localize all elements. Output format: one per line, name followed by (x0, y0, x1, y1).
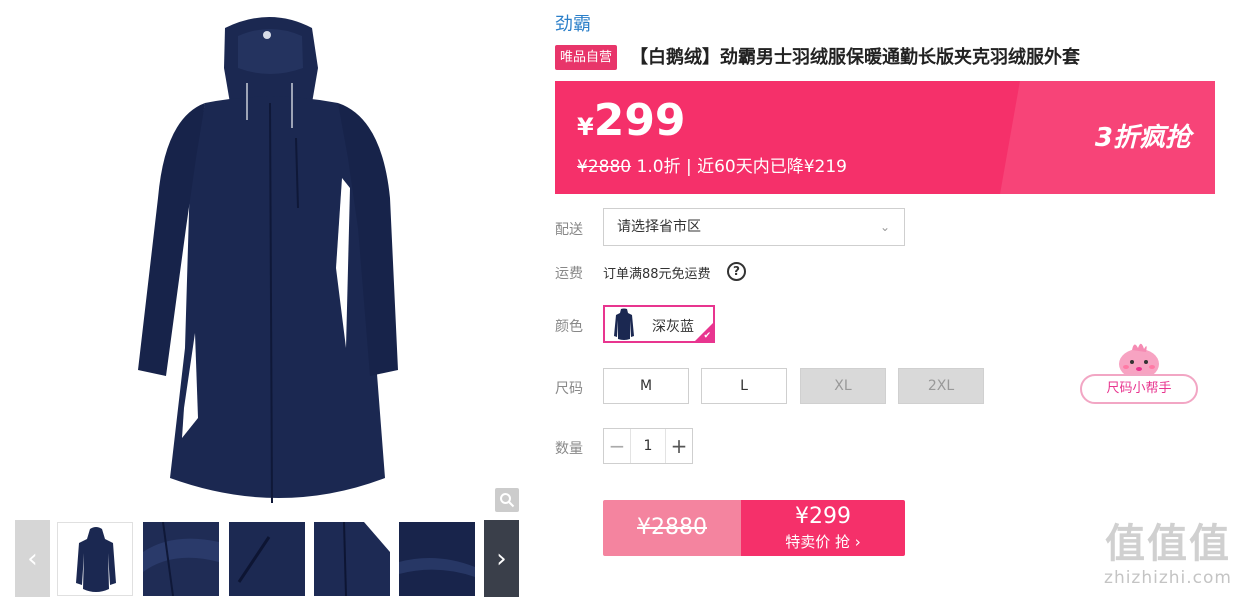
chevron-left-icon[interactable]: ‹ (15, 520, 50, 597)
original-price-tag: ¥2880 (603, 500, 741, 556)
original-price: ¥2880 (577, 157, 632, 177)
discount-rate: 1.0折 (636, 157, 681, 177)
minus-icon[interactable]: − (604, 429, 631, 463)
quantity-input[interactable]: 1 (631, 429, 665, 463)
size-helper-label: 尺码小帮手 (1080, 374, 1198, 404)
site-watermark: 值值值 zhizhizhi.com (1104, 520, 1232, 588)
size-helper-button[interactable]: 尺码小帮手 (1080, 336, 1198, 406)
color-label: 颜色 (555, 319, 583, 335)
currency-symbol: ¥ (577, 113, 594, 141)
thumbnail-2[interactable] (143, 522, 219, 596)
thumbnail-4[interactable] (314, 522, 390, 596)
watermark-logo: 值值值 (1105, 521, 1231, 567)
magnifier-icon[interactable] (495, 488, 519, 512)
product-main-image[interactable] (20, 8, 520, 516)
product-title: 【白鹅绒】劲霸男士羽绒服保暖通勤长版夹克羽绒服外套 (630, 47, 1080, 68)
plus-icon[interactable]: + (665, 429, 692, 463)
price-value: 299 (593, 95, 686, 146)
price-separator: | (685, 157, 692, 177)
current-price: ¥299 (577, 99, 686, 143)
price-details: ¥2880 1.0折 | 近60天内已降¥219 (577, 157, 847, 177)
checkmark-icon: ✔ (703, 331, 711, 341)
color-option-label: 深灰蓝 (652, 319, 694, 335)
coat-illustration (138, 17, 398, 504)
shipping-label: 运费 (555, 266, 583, 282)
buy-price: ¥299 (795, 504, 851, 529)
watermark-url: zhizhizhi.com (1104, 568, 1232, 588)
size-option-l[interactable]: L (701, 368, 787, 404)
size-option-m[interactable]: M (603, 368, 689, 404)
price-banner: ¥299 ¥2880 1.0折 | 近60天内已降¥219 3折疯抢 (555, 81, 1215, 194)
promo-label: 3折疯抢 (1094, 123, 1191, 153)
thumbnail-5[interactable] (399, 522, 475, 596)
thumbnail-3[interactable] (229, 522, 305, 596)
brand-link[interactable]: 劲霸 (555, 10, 591, 36)
shipping-info: 订单满88元免运费 (603, 267, 711, 282)
delivery-label: 配送 (555, 222, 583, 238)
self-operated-badge: 唯品自营 (555, 45, 618, 70)
color-swatch-image (614, 308, 634, 340)
size-option-2xl: 2XL (898, 368, 984, 404)
size-option-xl: XL (800, 368, 886, 404)
chevron-down-icon: ⌄ (879, 220, 890, 234)
help-icon[interactable]: ? (727, 262, 746, 281)
size-label: 尺码 (555, 381, 583, 397)
quantity-label: 数量 (555, 441, 583, 457)
color-option-selected[interactable]: 深灰蓝 ✔ (603, 305, 715, 343)
quantity-stepper: − 1 + (603, 428, 693, 464)
buy-action-label: 特卖价 抢 › (785, 533, 861, 551)
chevron-right-icon[interactable]: › (484, 520, 519, 597)
buy-now-button[interactable]: ¥299 特卖价 抢 › (741, 500, 905, 556)
price-drop-note: 近60天内已降¥219 (697, 157, 847, 177)
thumbnail-1[interactable] (57, 522, 133, 596)
delivery-region-select[interactable]: 请选择省市区 ⌄ (603, 208, 905, 246)
delivery-placeholder: 请选择省市区 (617, 219, 701, 235)
